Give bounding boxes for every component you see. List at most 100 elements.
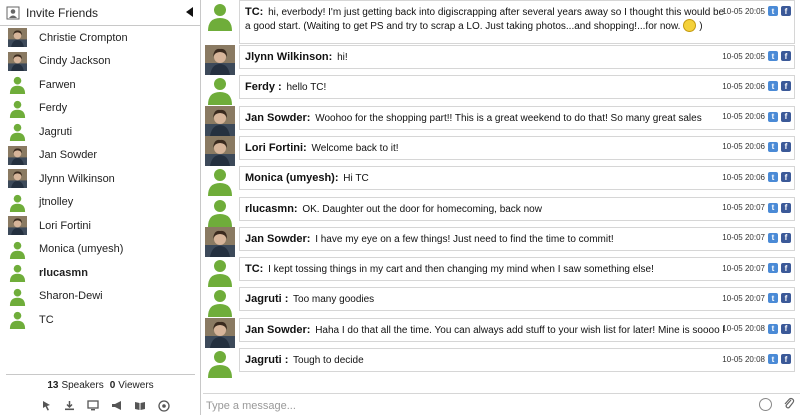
download-icon[interactable] — [64, 400, 76, 412]
list-item[interactable]: Sharon-Dewi — [0, 285, 200, 309]
sidebar-toolbar — [40, 398, 170, 413]
share-twitter-icon[interactable]: t — [768, 202, 778, 213]
list-item[interactable]: Jan Sowder — [0, 144, 200, 168]
message-input[interactable] — [206, 398, 746, 414]
share-twitter-icon[interactable]: t — [768, 323, 778, 334]
pointer-icon[interactable] — [40, 400, 52, 412]
share-twitter-icon[interactable]: t — [768, 232, 778, 243]
timestamp: 10-05 20:07 — [722, 203, 765, 212]
share-facebook-icon[interactable]: f — [781, 81, 791, 92]
share-facebook-icon[interactable]: f — [781, 323, 791, 334]
share-facebook-icon[interactable]: f — [781, 263, 791, 274]
collapse-arrow-icon[interactable] — [186, 7, 193, 17]
avatar — [205, 317, 235, 348]
list-item[interactable]: jtnolley — [0, 191, 200, 215]
message-author[interactable]: Jan Sowder: — [245, 233, 310, 245]
invite-friends-icon[interactable] — [6, 6, 20, 20]
user-name: Jan Sowder — [39, 149, 98, 162]
message-bubble: rlucasmn: OK. Daughter out the door for … — [239, 196, 795, 221]
share-twitter-icon[interactable]: t — [768, 293, 778, 304]
share-facebook-icon[interactable]: f — [781, 51, 791, 61]
avatar — [205, 135, 235, 166]
list-item[interactable]: Monica (umyesh) — [0, 238, 200, 262]
attachment-icon[interactable] — [783, 397, 795, 413]
message-bubble: Jan Sowder: I have my eye on a few thing… — [239, 226, 795, 251]
speakers-label: Speakers — [61, 379, 104, 391]
message-text: Ferdy : hello TC! — [245, 81, 725, 94]
avatar — [9, 288, 26, 306]
timestamp: 10-05 20:06 — [722, 81, 765, 91]
list-item[interactable]: Jlynn Wilkinson — [0, 167, 200, 191]
share-facebook-icon[interactable]: f — [781, 141, 791, 152]
list-item[interactable]: rlucasmn — [0, 261, 200, 285]
book-icon[interactable] — [134, 400, 146, 412]
list-item[interactable]: Lori Fortini — [0, 214, 200, 238]
share-twitter-icon[interactable]: t — [768, 81, 778, 92]
list-item[interactable]: Ferdy — [0, 97, 200, 121]
share-twitter-icon[interactable]: t — [768, 51, 778, 61]
user-name: Lori Fortini — [39, 219, 91, 232]
message-row: TC: hi, everbody! I'm just getting back … — [203, 0, 796, 44]
share-facebook-icon[interactable]: f — [781, 354, 791, 364]
message-input-bar — [203, 393, 800, 415]
speakers-count: 13 — [47, 379, 59, 391]
invite-friends-label[interactable]: Invite Friends — [26, 6, 98, 20]
message-text: Jagruti : Tough to decide — [245, 354, 725, 367]
emoji-icon[interactable] — [759, 398, 772, 411]
message-author[interactable]: TC: — [245, 263, 263, 275]
avatar — [208, 260, 232, 288]
list-item[interactable]: Farwen — [0, 73, 200, 97]
avatar — [8, 145, 27, 165]
share-facebook-icon[interactable]: f — [781, 111, 791, 122]
message-author[interactable]: rlucasmn: — [245, 203, 298, 215]
message-author[interactable]: Ferdy : — [245, 81, 282, 93]
avatar — [8, 216, 27, 236]
message-meta: 10-05 20:08 t f — [722, 354, 791, 364]
avatar — [205, 105, 235, 136]
share-twitter-icon[interactable]: t — [768, 172, 778, 183]
timestamp: 10-05 20:06 — [722, 112, 765, 122]
message-bubble: Jagruti : Tough to decide 10-05 20:08 t f — [239, 348, 795, 372]
share-facebook-icon[interactable]: f — [781, 6, 791, 16]
list-item[interactable]: Jagruti — [0, 120, 200, 144]
message-meta: 10-05 20:07 t f — [722, 232, 791, 243]
message-text: Jan Sowder: I have my eye on a few thing… — [245, 233, 725, 246]
megaphone-icon[interactable] — [111, 400, 123, 412]
user-name: rlucasmn — [39, 266, 88, 279]
share-twitter-icon[interactable]: t — [768, 6, 778, 16]
screen-icon[interactable] — [87, 400, 99, 412]
share-twitter-icon[interactable]: t — [768, 354, 778, 364]
message-bubble: Jlynn Wilkinson: hi! 10-05 20:05 t f — [239, 45, 795, 69]
message-meta: 10-05 20:05 t f — [722, 51, 791, 61]
message-author[interactable]: Monica (umyesh): — [245, 172, 339, 184]
message-author[interactable]: Jagruti : — [245, 293, 288, 305]
share-twitter-icon[interactable]: t — [768, 141, 778, 152]
message-body: Too many goodies — [293, 294, 375, 306]
list-item[interactable]: Cindy Jackson — [0, 50, 200, 74]
share-facebook-icon[interactable]: f — [781, 232, 791, 243]
message-author[interactable]: Jlynn Wilkinson: — [245, 51, 332, 63]
avatar — [205, 45, 235, 75]
share-facebook-icon[interactable]: f — [781, 202, 791, 213]
list-item[interactable]: TC — [0, 308, 200, 332]
avatar — [9, 77, 26, 95]
share-facebook-icon[interactable]: f — [781, 172, 791, 183]
avatar — [9, 100, 26, 118]
avatar — [9, 124, 26, 142]
message-author[interactable]: TC: — [245, 6, 263, 18]
message-meta: 10-05 20:06 t f — [722, 81, 791, 92]
message-author[interactable]: Jan Sowder: — [245, 324, 310, 336]
message-author[interactable]: Lori Fortini: — [245, 142, 307, 154]
user-list: Christie Crompton Cindy Jackson Farwen Ferd… — [0, 26, 200, 372]
list-item[interactable]: Christie Crompton — [0, 26, 200, 50]
share-twitter-icon[interactable]: t — [768, 263, 778, 274]
message-author[interactable]: Jan Sowder: — [245, 112, 310, 124]
user-name: Monica (umyesh) — [39, 243, 124, 256]
message-meta: 10-05 20:06 t f — [722, 141, 791, 152]
help-icon[interactable] — [158, 399, 170, 412]
share-twitter-icon[interactable]: t — [768, 111, 778, 122]
share-facebook-icon[interactable]: f — [781, 293, 791, 304]
message-meta: 10-05 20:06 t f — [722, 172, 791, 183]
message-author[interactable]: Jagruti : — [245, 354, 288, 366]
avatar — [208, 290, 232, 318]
